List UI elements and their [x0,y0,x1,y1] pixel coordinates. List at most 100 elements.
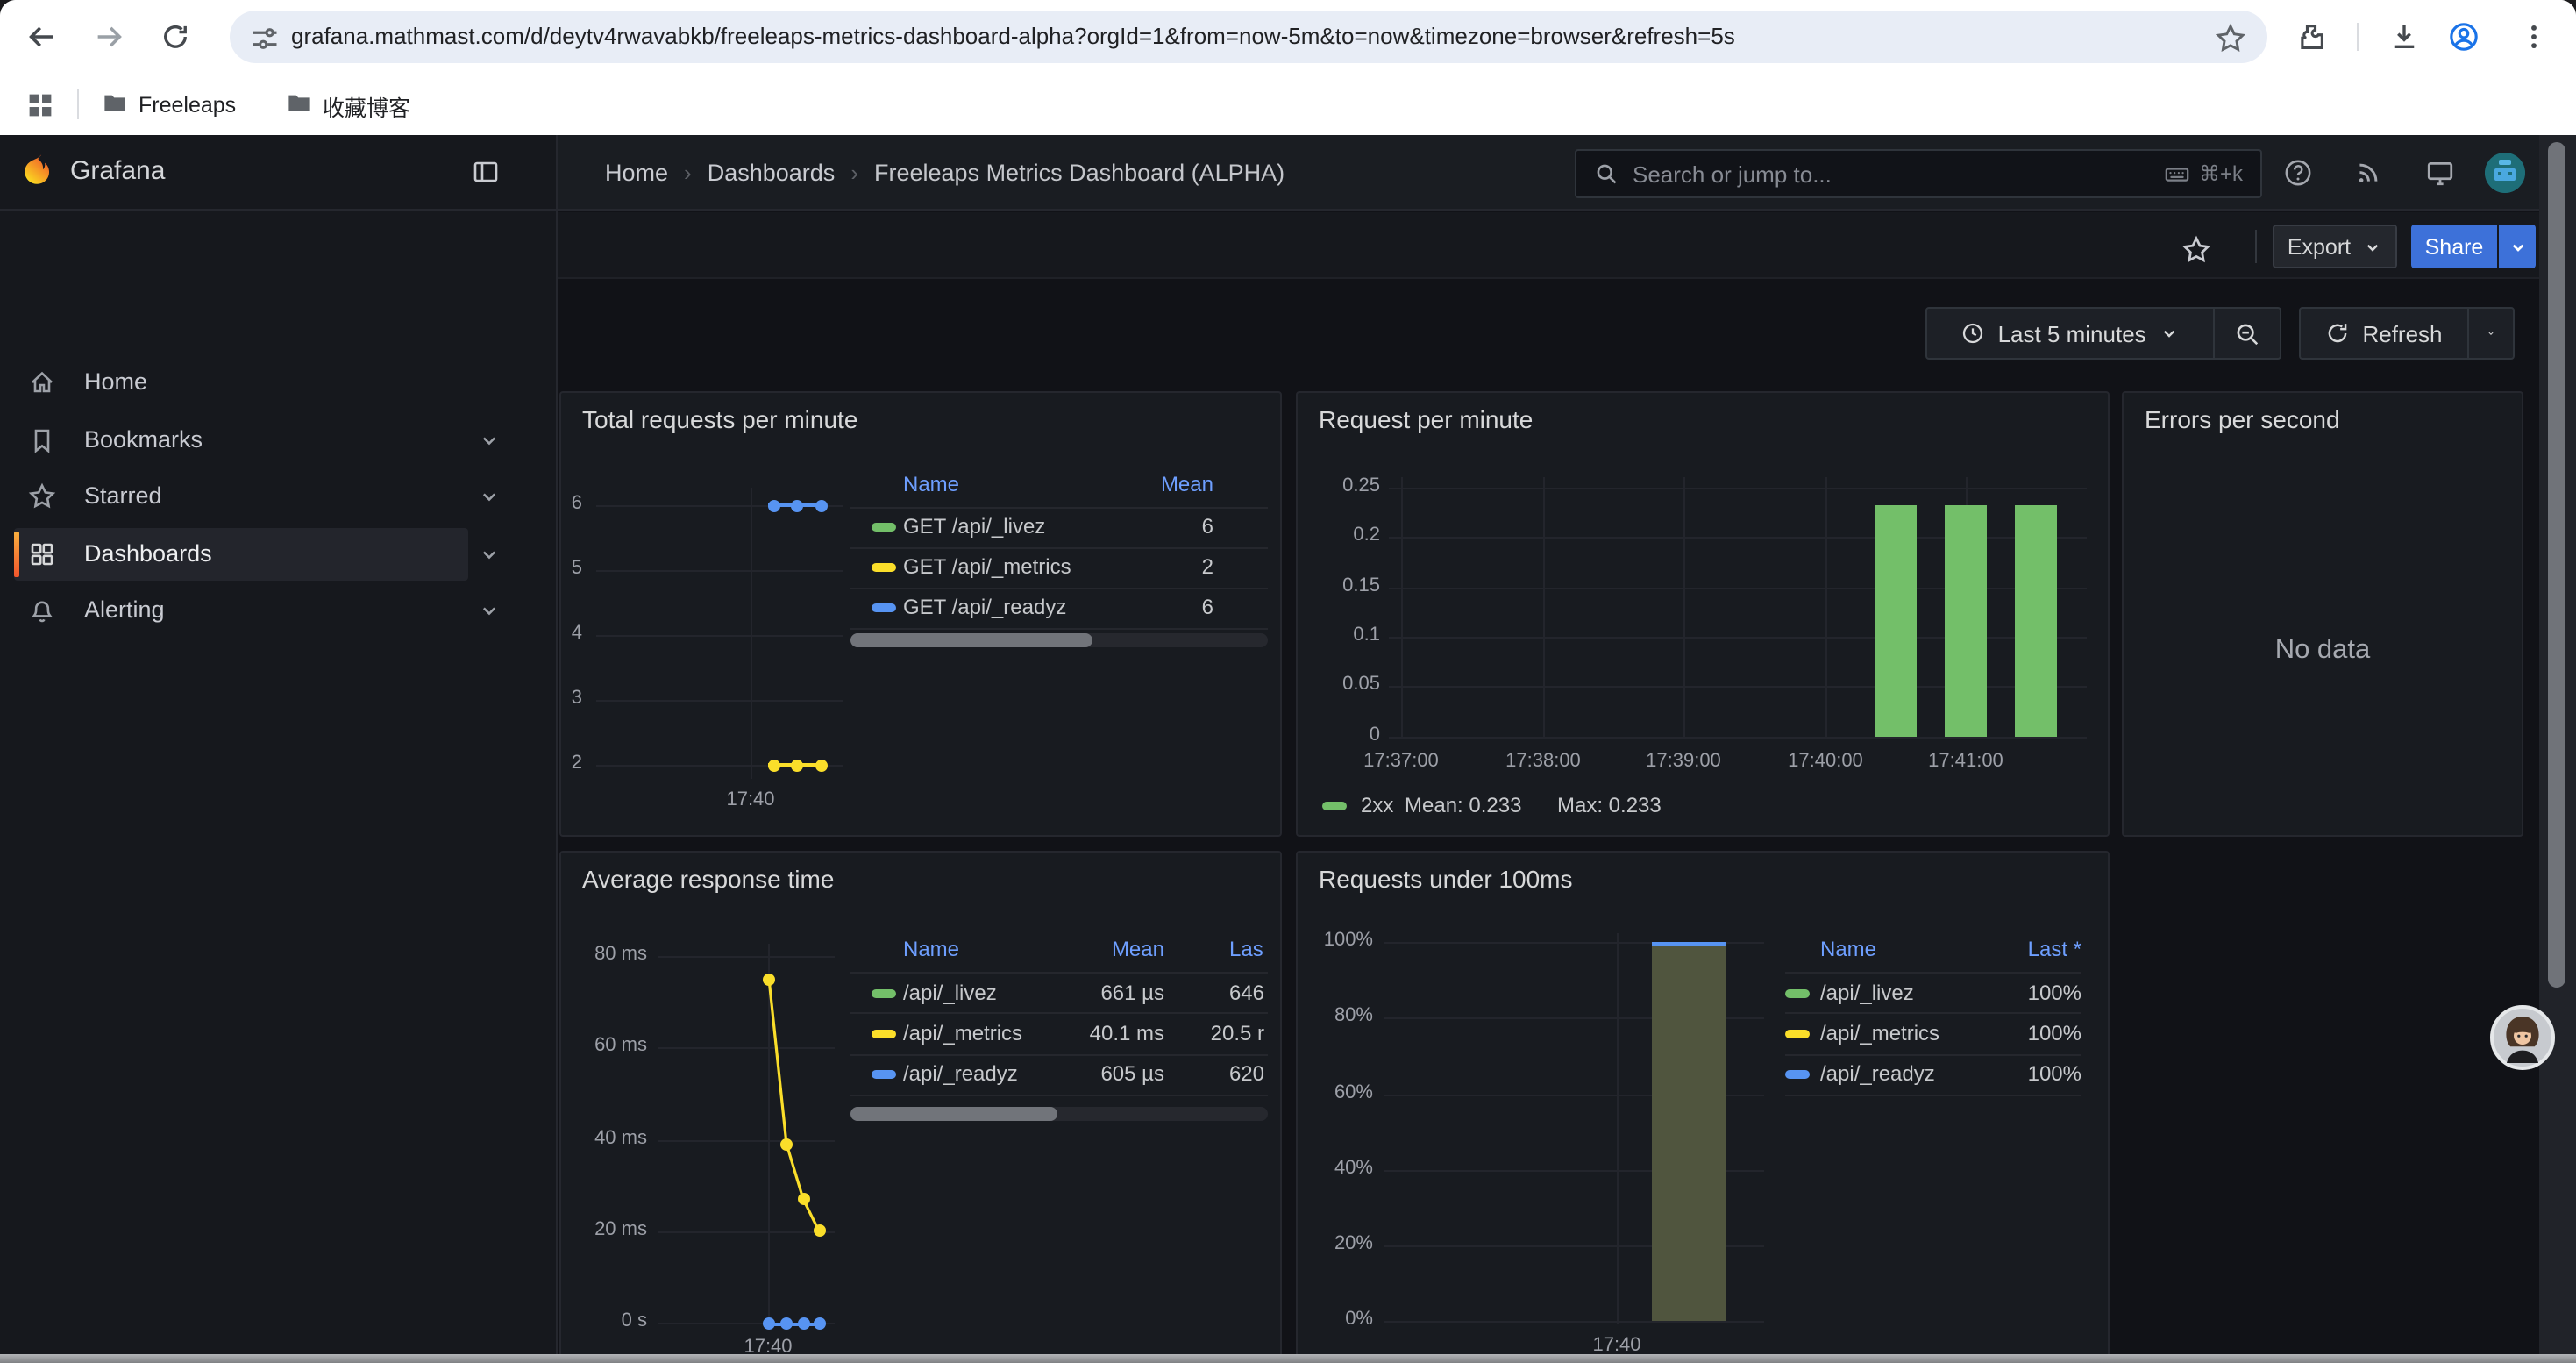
chevron-down-icon[interactable] [477,542,502,567]
bookmark-item-blogs[interactable]: 收藏博客 [286,88,410,123]
panel-average-response-time: Average response time 80 ms60 ms40 ms20 … [559,851,1282,1354]
legend-scrollbar-thumb[interactable] [850,633,1092,647]
apps-grid-icon[interactable] [25,89,53,118]
assistant-avatar[interactable] [2490,1005,2555,1070]
chevron-down-icon[interactable] [477,598,502,623]
star-icon [28,482,56,510]
grafana-logo[interactable] [18,153,56,191]
chevron-down-icon [2361,236,2382,257]
breadcrumb-home[interactable]: Home [605,160,668,186]
panel-title[interactable]: Average response time [582,865,834,893]
series-color-pill [872,988,896,997]
breadcrumb-dashboards[interactable]: Dashboards [708,160,836,186]
time-range-picker[interactable]: Last 5 minutes [1927,309,2213,358]
legend-series-name[interactable]: 2xx [1361,793,1403,817]
brand-title[interactable]: Grafana [70,156,165,186]
legend-value: 646 [1159,981,1264,1005]
share-menu-button[interactable] [2499,225,2536,268]
data-point [797,1317,809,1330]
gridline-horizontal [1384,1321,1764,1323]
y-tick-label: 0.25 [1310,475,1380,496]
y-tick-label: 20 ms [570,1219,647,1240]
panel-title[interactable]: Requests under 100ms [1319,865,1573,893]
page-scrollbar[interactable] [2539,135,2576,1354]
sidebar-toggle-icon[interactable] [472,158,500,186]
y-tick-label: 60 ms [570,1035,647,1056]
user-avatar[interactable] [2485,153,2525,193]
x-tick-label: 17:37:00 [1340,751,1462,772]
gridline-vertical [768,944,770,1330]
breadcrumb-separator: › [684,160,692,186]
forward-icon[interactable] [93,21,125,53]
series-color-pill [1785,1029,1810,1038]
legend-header[interactable]: Last * [1941,937,2081,961]
bar [1875,504,1917,737]
legend-value: 100% [1976,981,2081,1005]
sidebar-item-home[interactable]: Home [0,356,526,409]
sidebar-item-dashboards[interactable]: Dashboards [0,528,526,581]
legend-scrollbar-thumb[interactable] [850,1107,1057,1121]
data-point [815,499,827,511]
data-point [779,1317,792,1330]
y-tick-label: 0.2 [1310,525,1380,546]
url-bar[interactable]: grafana.mathmast.com/d/deytv4rwavabkb/fr… [230,11,2267,63]
sidebar-item-bookmarks[interactable]: Bookmarks [0,414,526,467]
help-icon[interactable] [2283,158,2313,188]
refresh-button[interactable]: Refresh [2301,309,2467,358]
legend-divider [850,972,1268,974]
legend-divider [850,507,1268,509]
panel-title[interactable]: Total requests per minute [582,405,857,433]
back-icon[interactable] [26,21,58,53]
legend-header[interactable]: Mean [1024,937,1164,961]
sidebar-item-alerting[interactable]: Alerting [0,584,526,637]
panel-title[interactable]: Errors per second [2145,405,2340,433]
chevron-down-icon [2487,323,2495,344]
bookmark-star-icon[interactable] [2215,23,2243,51]
zoom-out-icon [2234,320,2260,346]
data-point [780,1138,793,1150]
sidebar-item-starred[interactable]: Starred [0,470,526,523]
legend-divider [850,1095,1268,1096]
breadcrumb-separator: › [850,160,858,186]
search-shortcut: ⌘+k [2164,161,2243,187]
monitor-icon[interactable] [2425,158,2455,188]
chevron-down-icon[interactable] [477,484,502,509]
bar [2015,504,2057,737]
legend-header[interactable]: Name [903,472,1061,496]
gridline-horizontal [1389,488,2087,489]
legend-header[interactable]: Mean [1073,472,1213,496]
grafana-app: Home › Dashboards › Freeleaps Metrics Da… [0,135,2576,1354]
scrollbar-thumb[interactable] [2548,142,2565,988]
legend-divider [850,1054,1268,1056]
legend-header[interactable]: Las [1229,937,1282,961]
response-time-lines [561,853,1282,1354]
zoom-out-button[interactable] [2215,309,2280,358]
legend-value: 2 [1108,554,1213,579]
data-point [763,973,775,985]
profile-icon[interactable] [2448,21,2480,53]
site-settings-icon[interactable] [249,23,277,51]
rss-icon[interactable] [2353,158,2383,188]
y-tick-label: 0% [1298,1309,1373,1330]
export-button[interactable]: Export [2273,225,2397,268]
reload-icon[interactable] [160,21,191,53]
gridline-horizontal [1389,737,2087,739]
download-icon[interactable] [2388,21,2420,53]
gridline-horizontal [596,700,843,702]
refresh-interval-button[interactable] [2469,309,2513,358]
search-input[interactable]: Search or jump to... ⌘+k [1575,149,2262,198]
gridline-horizontal [658,1231,835,1233]
extensions-icon[interactable] [2295,21,2327,53]
refresh-icon [2325,321,2350,346]
bookmark-item-freeleaps[interactable]: Freeleaps [102,88,236,123]
no-data-message: No data [2124,635,2522,667]
panel-title[interactable]: Request per minute [1319,405,1533,433]
share-button[interactable]: Share [2411,225,2497,268]
y-tick-label: 4 [561,623,582,644]
chevron-down-icon[interactable] [477,428,502,453]
gridline-vertical [751,488,752,779]
favorite-star-icon[interactable] [2181,235,2211,265]
menu-dots-icon[interactable] [2518,21,2550,53]
bar [1945,504,1987,737]
y-tick-label: 6 [561,493,582,514]
